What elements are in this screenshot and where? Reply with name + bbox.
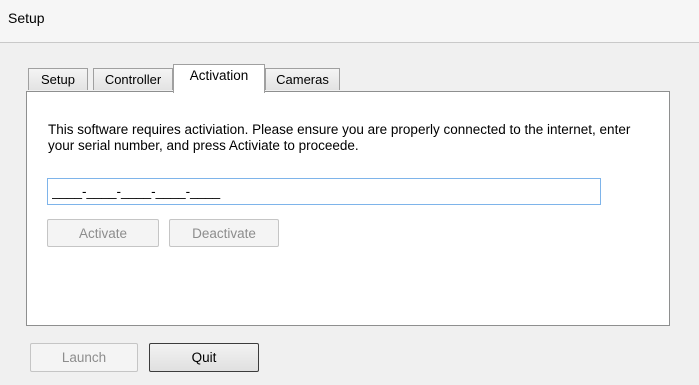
launch-button[interactable]: Launch [30,343,138,372]
activation-panel: This software requires activiation. Plea… [26,91,670,326]
tab-controller[interactable]: Controller [93,68,173,90]
tab-setup[interactable]: Setup [28,68,88,90]
activate-button[interactable]: Activate [47,219,159,247]
activation-instructions: This software requires activiation. Plea… [48,122,631,153]
tab-activation[interactable]: Activation [173,64,265,93]
title-bar: Setup [0,0,699,43]
quit-button[interactable]: Quit [149,343,259,372]
window-title: Setup [8,10,45,26]
tab-cameras[interactable]: Cameras [265,68,340,90]
deactivate-button[interactable]: Deactivate [169,219,279,247]
serial-number-input[interactable] [47,178,601,205]
